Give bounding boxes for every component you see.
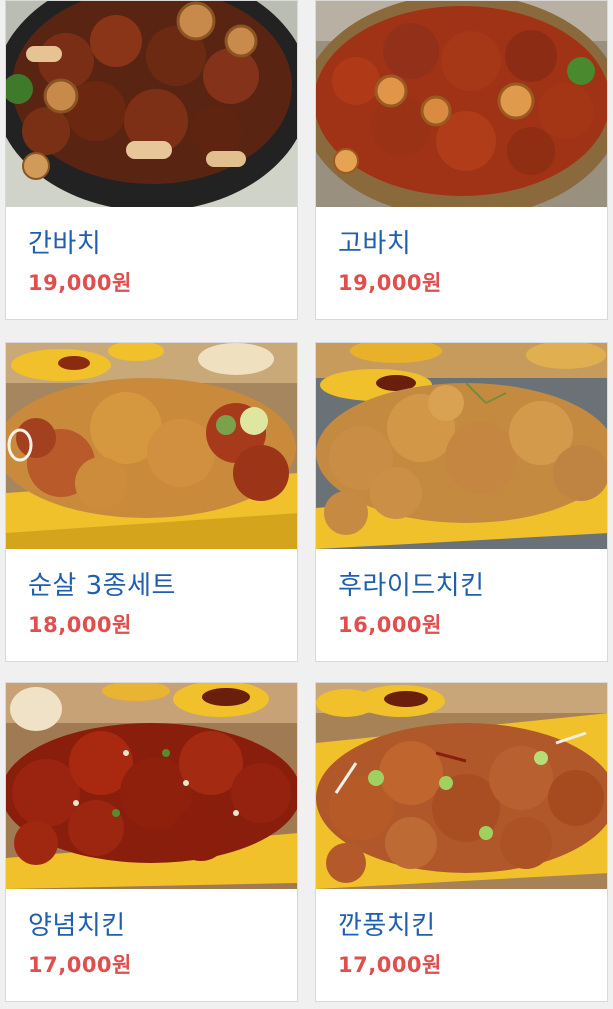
menu-item-price: 19,000원: [28, 271, 132, 295]
menu-card-ganbachi[interactable]: 간바치 19,000원: [5, 0, 298, 320]
menu-item-price: 17,000원: [28, 953, 132, 977]
menu-item-price: 18,000원: [28, 613, 132, 637]
kkanpung-chicken-photo: [316, 683, 607, 889]
menu-item-name: 후라이드치킨: [338, 571, 485, 601]
fried-chicken-photo: [316, 343, 607, 549]
menu-card-kkanpung-chicken[interactable]: 깐풍치킨 17,000원: [315, 682, 608, 1002]
menu-item-price: 19,000원: [338, 271, 442, 295]
menu-item-name: 고바치: [338, 229, 412, 259]
menu-item-name: 순살 3종세트: [28, 571, 176, 601]
menu-item-name: 깐풍치킨: [338, 911, 436, 941]
spicy-glazed-chicken-with-lotus-root-photo: [316, 1, 607, 207]
soy-glazed-chicken-with-lotus-root-photo: [6, 1, 297, 207]
menu-grid: 간바치 19,000원 고바치 19,000원 순살 3종세트 18,000원 …: [0, 0, 613, 1009]
menu-item-name: 간바치: [28, 229, 102, 259]
menu-card-seasoned-chicken[interactable]: 양념치킨 17,000원: [5, 682, 298, 1002]
menu-item-name: 양념치킨: [28, 911, 126, 941]
seasoned-chicken-photo: [6, 683, 297, 889]
boneless-chicken-three-flavor-set-photo: [6, 343, 297, 549]
menu-item-price: 16,000원: [338, 613, 442, 637]
menu-card-gobachi[interactable]: 고바치 19,000원: [315, 0, 608, 320]
menu-card-boneless-three-set[interactable]: 순살 3종세트 18,000원: [5, 342, 298, 662]
menu-item-price: 17,000원: [338, 953, 442, 977]
menu-card-fried-chicken[interactable]: 후라이드치킨 16,000원: [315, 342, 608, 662]
